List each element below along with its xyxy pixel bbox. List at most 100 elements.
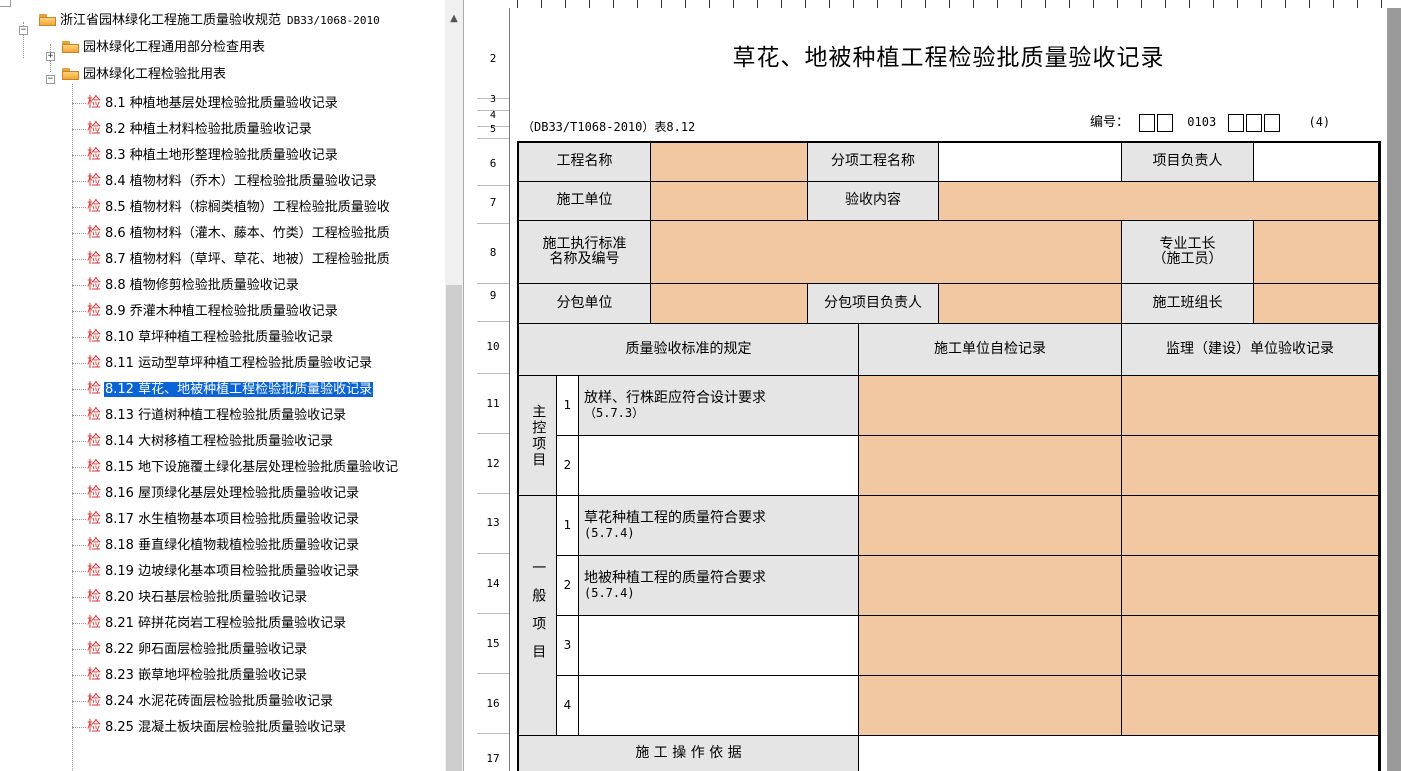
tree-folder-common[interactable]: 园林绿化工程通用部分检查用表 [62, 37, 265, 59]
row-number[interactable]: 8 [477, 246, 509, 259]
tree-item[interactable]: 检 8.5 植物材料（棕榈类植物）工程检验批质量验收 [86, 196, 391, 218]
tree-item[interactable]: 检 8.14 大树移植工程检验批质量验收记录 [86, 430, 334, 452]
tree-item-label: 8.19 边坡绿化基本项目检验批质量验收记录 [105, 564, 360, 579]
number-box[interactable] [1157, 113, 1174, 132]
supervisor-check-cell[interactable] [1122, 556, 1379, 616]
tree-item[interactable]: 检 8.7 植物材料（草坪、草花、地被）工程检验批质 [86, 248, 391, 270]
item-requirement[interactable] [579, 616, 859, 676]
project-name-cell[interactable] [651, 143, 808, 182]
number-box[interactable] [1246, 113, 1263, 132]
item-requirement-text: 草花种植工程的质量符合要求 [584, 510, 766, 527]
form-check-icon: 检 [87, 563, 101, 579]
subcontract-manager-cell[interactable] [939, 284, 1122, 324]
ruler-tick [1165, 0, 1166, 8]
scroll-up-arrow-icon[interactable]: ▲ [445, 10, 463, 28]
subcontract-unit-cell[interactable] [651, 284, 808, 324]
row-number[interactable]: 12 [477, 457, 509, 470]
tree-item[interactable]: 检 8.16 屋顶绿化基层处理检验批质量验收记录 [86, 482, 360, 504]
foreman-cell[interactable] [1254, 221, 1379, 284]
expand-folder1-icon[interactable]: + [46, 52, 55, 61]
item-requirement[interactable] [579, 436, 859, 496]
acceptance-content-cell[interactable] [939, 182, 1379, 221]
ruler-tick [709, 0, 710, 8]
ruler-tick [541, 0, 542, 8]
row-number[interactable]: 10 [477, 340, 509, 353]
worksheet-view[interactable]: 2 3 4 5 6 7 8 9 10 11 12 13 14 15 16 17 草花、地被种植工程检验批质量验… [477, 0, 1401, 771]
tree-item[interactable]: 检 8.3 种植土地形整理检验批质量验收记录 [86, 144, 339, 166]
standard-name-cell[interactable] [651, 221, 1122, 284]
tree-item[interactable]: 检 8.17 水生植物基本项目检验批质量验收记录 [86, 508, 360, 530]
supervisor-check-cell[interactable] [1122, 376, 1379, 436]
panel-splitter[interactable] [463, 0, 478, 771]
row-number[interactable]: 7 [477, 196, 509, 209]
row-number[interactable]: 5 [477, 124, 509, 135]
tree-panel[interactable]: − 浙江省园林绿化工程施工质量验收规范 DB33/1068-2010 + 园林绿化… [0, 0, 465, 771]
tree-folder-batch[interactable]: 园林绿化工程检验批用表 [62, 64, 226, 86]
sub-project-name-cell[interactable] [939, 143, 1122, 182]
self-check-cell[interactable] [859, 376, 1122, 436]
tree-item[interactable]: 检 8.23 嵌草地坪检验批质量验收记录 [86, 664, 308, 686]
tree-item[interactable]: 检 8.1 种植地基层处理检验批质量验收记录 [86, 92, 339, 114]
tree-item[interactable]: 检 8.13 行道树种植工程检验批质量验收记录 [86, 404, 347, 426]
tree-item[interactable]: 检 8.4 植物材料（乔木）工程检验批质量验收记录 [86, 170, 378, 192]
construction-unit-cell[interactable] [651, 182, 808, 221]
tree-item-label: 8.3 种植土地形整理检验批质量验收记录 [105, 148, 338, 163]
row-number[interactable]: 6 [477, 157, 509, 170]
collapse-folder2-icon[interactable]: − [46, 75, 55, 84]
tree-item[interactable]: 检 8.21 碎拼花岗岩工程检验批质量验收记录 [86, 612, 347, 634]
tree-item[interactable]: 检 8.6 植物材料（灌木、藤本、竹类）工程检验批质 [86, 222, 391, 244]
collapse-root-icon[interactable]: − [19, 26, 28, 35]
self-check-cell[interactable] [859, 496, 1122, 556]
row-number[interactable]: 2 [477, 52, 509, 65]
row-divider [477, 373, 509, 374]
self-check-cell[interactable] [859, 676, 1122, 736]
row-number[interactable]: 9 [477, 289, 509, 302]
number-box[interactable] [1264, 113, 1281, 132]
tree-item[interactable]: 检 8.2 种植土材料检验批质量验收记录 [86, 118, 313, 140]
tree-line [72, 493, 86, 494]
item-requirement[interactable] [579, 676, 859, 736]
row-number[interactable]: 14 [477, 577, 509, 590]
tree-item[interactable]: 检 8.19 边坡绿化基本项目检验批质量验收记录 [86, 560, 360, 582]
self-check-cell[interactable] [859, 436, 1122, 496]
row-number[interactable]: 13 [477, 516, 509, 529]
row-number[interactable]: 16 [477, 697, 509, 710]
operation-basis-cell[interactable] [859, 736, 1379, 771]
form-check-icon: 检 [87, 589, 101, 605]
row-number[interactable]: 17 [477, 752, 509, 765]
team-leader-cell[interactable] [1254, 284, 1379, 324]
scrollbar-thumb[interactable] [446, 285, 462, 771]
supervisor-check-cell[interactable] [1122, 496, 1379, 556]
tree-item[interactable]: 检 8.24 水泥花砖面层检验批质量验收记录 [86, 690, 334, 712]
tree-item[interactable]: 检 8.10 草坪种植工程检验批质量验收记录 [86, 326, 334, 348]
tree-item[interactable]: 检 8.8 植物修剪检验批质量验收记录 [86, 274, 300, 296]
row-number[interactable]: 4 [477, 110, 509, 121]
tree-item[interactable]: 检 8.15 地下设施覆土绿化基层处理检验批质量验收记 [86, 456, 399, 478]
supervisor-check-cell[interactable] [1122, 616, 1379, 676]
supervisor-check-cell[interactable] [1122, 676, 1379, 736]
project-manager-cell[interactable] [1254, 143, 1379, 182]
supervisor-check-cell[interactable] [1122, 436, 1379, 496]
row-number[interactable]: 3 [477, 94, 509, 105]
tree-scrollbar[interactable]: ▲ [445, 0, 463, 771]
number-box[interactable] [1228, 113, 1245, 132]
form-check-icon: 检 [87, 355, 101, 371]
tree-item[interactable]: 检 8.20 块石基层检验批质量验收记录 [86, 586, 308, 608]
tree-root[interactable]: 浙江省园林绿化工程施工质量验收规范 DB33/1068-2010 [39, 10, 380, 32]
ruler-tick [1189, 0, 1190, 8]
self-check-cell[interactable] [859, 616, 1122, 676]
form-table-border [1379, 141, 1381, 771]
tree-item[interactable]: 检 8.9 乔灌木种植工程检验批质量验收记录 [86, 300, 339, 322]
tree-line [72, 649, 86, 650]
tree-item[interactable]: 检 8.25 混凝土板块面层检验批质量验收记录 [86, 716, 347, 738]
tree-item[interactable]: 检 8.22 卵石面层检验批质量验收记录 [86, 638, 308, 660]
row-number[interactable]: 15 [477, 637, 509, 650]
number-box[interactable] [1139, 113, 1156, 132]
tree-item[interactable]: 检 8.18 垂直绿化植物栽植检验批质量验收记录 [86, 534, 360, 556]
tree-item[interactable]: 检 8.11 运动型草坪种植工程检验批质量验收记录 [86, 352, 373, 374]
tree-line [72, 519, 86, 520]
row-number[interactable]: 11 [477, 397, 509, 410]
tree-item[interactable]: 检 8.12 草花、地被种植工程检验批质量验收记录 [86, 378, 375, 400]
self-check-cell[interactable] [859, 556, 1122, 616]
tree-item-label: 8.23 嵌草地坪检验批质量验收记录 [105, 668, 308, 683]
